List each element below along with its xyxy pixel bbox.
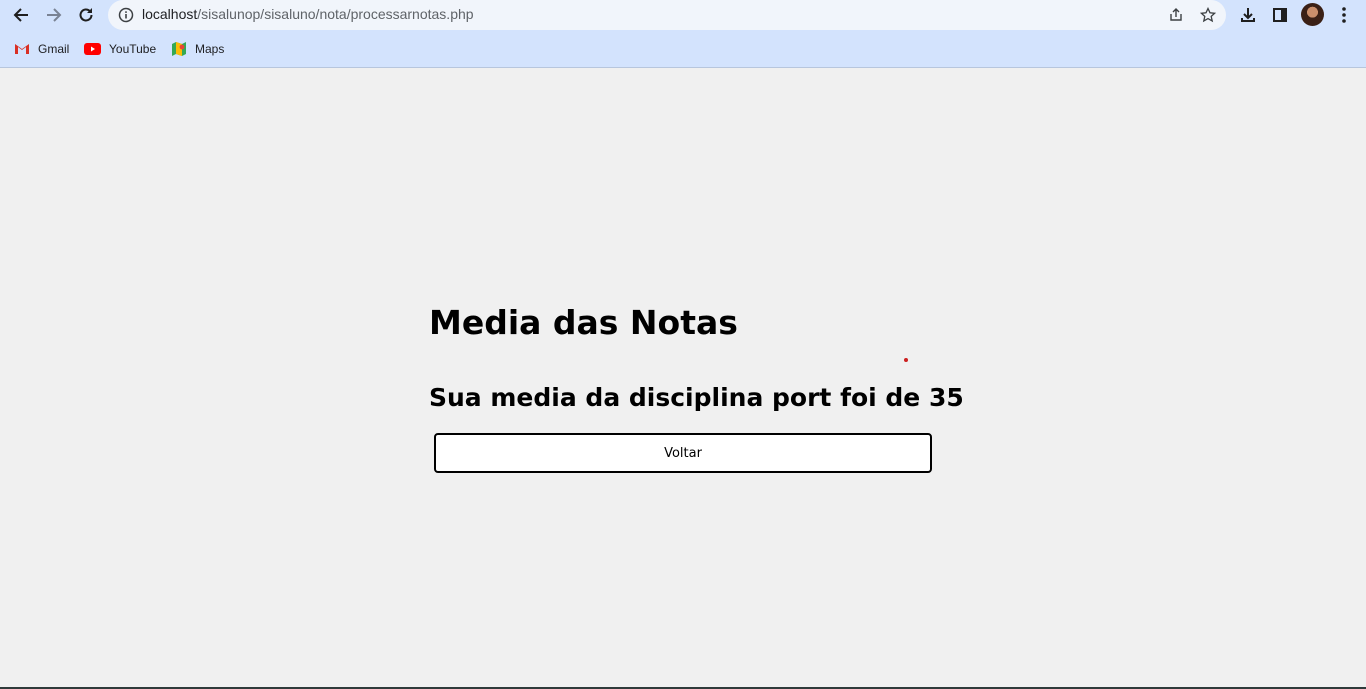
download-icon[interactable]	[1236, 3, 1260, 27]
bookmark-gmail[interactable]: Gmail	[14, 38, 69, 60]
reload-icon[interactable]	[74, 3, 98, 27]
forward-icon[interactable]	[42, 3, 66, 27]
bookmark-label: YouTube	[109, 42, 157, 56]
profile-avatar[interactable]	[1301, 3, 1324, 26]
browser-chrome: localhost/sisalunop/sisaluno/nota/proces…	[0, 0, 1366, 68]
bookmark-youtube[interactable]: YouTube	[84, 38, 156, 60]
page-title: Media das Notas	[429, 303, 738, 342]
back-icon[interactable]	[9, 3, 33, 27]
bookmarks-bar: Gmail YouTube Maps	[0, 38, 600, 60]
browser-toolbar: localhost/sisalunop/sisaluno/nota/proces…	[0, 0, 1366, 30]
info-icon[interactable]	[116, 5, 136, 25]
side-panel-icon[interactable]	[1268, 3, 1292, 27]
bookmark-label: Gmail	[38, 42, 70, 56]
result-heading: Sua media da disciplina port foi de 35	[429, 383, 964, 412]
gmail-icon	[15, 44, 29, 54]
bookmark-star-icon[interactable]	[1198, 5, 1218, 25]
maps-icon	[172, 42, 186, 56]
url-text[interactable]: localhost/sisalunop/sisaluno/nota/proces…	[142, 6, 474, 22]
share-icon[interactable]	[1166, 5, 1186, 25]
menu-kebab-icon[interactable]	[1332, 3, 1356, 27]
back-button[interactable]: Voltar	[434, 433, 932, 473]
youtube-icon	[84, 43, 101, 55]
address-bar[interactable]: localhost/sisalunop/sisaluno/nota/proces…	[108, 0, 1226, 30]
url-path: /sisalunop/sisaluno/nota/processarnotas.…	[197, 6, 474, 22]
page-content: Media das Notas Sua media da disciplina …	[0, 69, 1366, 687]
bookmark-label: Maps	[195, 42, 225, 56]
bookmark-maps[interactable]: Maps	[171, 38, 224, 60]
url-host: localhost	[142, 6, 198, 22]
decorative-dot	[904, 358, 908, 362]
